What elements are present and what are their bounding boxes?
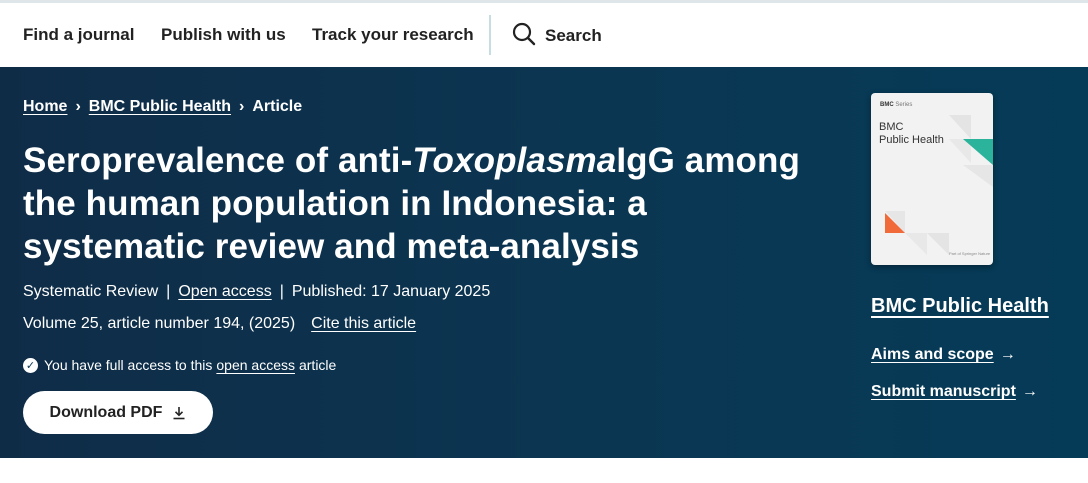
title-part-1: Seroprevalence of anti-	[23, 141, 413, 180]
download-pdf-label: Download PDF	[49, 403, 163, 421]
article-meta-line-1: Systematic Review | Open access | Publis…	[23, 283, 490, 301]
nav-divider	[489, 15, 491, 55]
aims-scope-link[interactable]: Aims and scope →	[871, 346, 1016, 364]
breadcrumb-current: Article	[252, 98, 303, 115]
open-access-link[interactable]: Open access	[178, 283, 271, 301]
arrow-right-icon: →	[1021, 383, 1038, 400]
chevron-right-icon: ›	[239, 98, 245, 115]
download-pdf-button[interactable]: Download PDF	[23, 391, 213, 434]
search-icon	[512, 22, 536, 51]
download-icon	[172, 406, 186, 420]
sidebar-journal-link[interactable]: BMC Public Health	[871, 295, 1049, 318]
nav-publish-with-us[interactable]: Publish with us	[161, 25, 286, 45]
breadcrumb: Home › BMC Public Health › Article	[23, 98, 302, 116]
access-prefix: You have full access to this	[44, 357, 213, 373]
title-italic-organism: Toxoplasma	[412, 141, 617, 180]
access-open-access-link[interactable]: open access	[216, 357, 295, 373]
article-type: Systematic Review	[23, 283, 159, 300]
top-navigation: Find a journal Publish with us Track you…	[0, 3, 1088, 67]
article-meta-line-2: Volume 25, article number 194, (2025) Ci…	[23, 315, 416, 333]
article-hero: Home › BMC Public Health › Article Serop…	[0, 67, 1088, 458]
article-title: Seroprevalence of anti-ToxoplasmaIgG amo…	[23, 139, 823, 268]
breadcrumb-home[interactable]: Home	[23, 98, 67, 116]
access-suffix: article	[298, 357, 337, 373]
chevron-right-icon: ›	[75, 98, 81, 115]
cover-footer: Part of Springer Nature	[949, 251, 991, 256]
published-date: Published: 17 January 2025	[291, 283, 491, 300]
check-circle-icon: ✓	[23, 357, 38, 373]
journal-cover[interactable]: BMC Series BMC Public Health Part of Spr…	[871, 93, 993, 265]
search-button[interactable]: Search	[512, 22, 602, 51]
breadcrumb-journal[interactable]: BMC Public Health	[89, 98, 231, 116]
nav-find-journal[interactable]: Find a journal	[23, 25, 134, 45]
cover-brand: BMC Series	[880, 102, 913, 108]
cite-article-link[interactable]: Cite this article	[311, 315, 416, 333]
volume-info: Volume 25, article number 194, (2025)	[23, 315, 296, 332]
nav-track-research[interactable]: Track your research	[312, 25, 474, 45]
meta-separator: |	[279, 283, 284, 300]
aims-scope-label: Aims and scope	[871, 346, 994, 363]
submit-manuscript-link[interactable]: Submit manuscript →	[871, 383, 1038, 401]
access-notice: ✓ You have full access to this open acce…	[23, 357, 336, 373]
cover-art	[885, 115, 993, 255]
arrow-right-icon: →	[999, 346, 1016, 363]
search-label: Search	[545, 26, 602, 45]
cover-title: BMC Public Health	[879, 121, 944, 146]
meta-separator: |	[166, 283, 171, 300]
submit-manuscript-label: Submit manuscript	[871, 383, 1016, 400]
